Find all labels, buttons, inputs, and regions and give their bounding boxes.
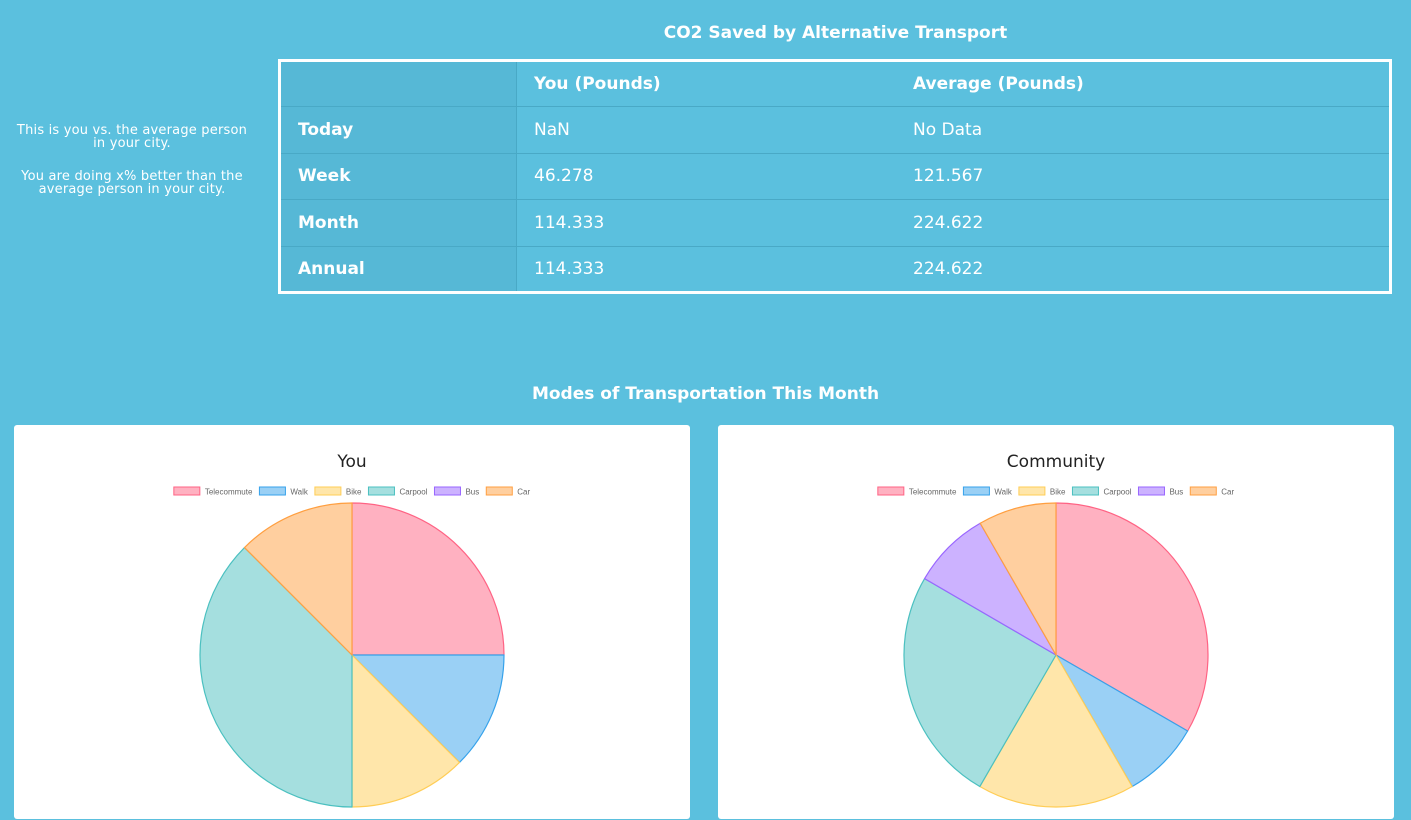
legend-swatch — [1137, 486, 1165, 496]
you-value: 46.278 — [516, 152, 896, 200]
legend-label: Car — [517, 488, 530, 497]
row-label: Month — [279, 199, 517, 247]
row-label: Annual — [279, 245, 517, 293]
legend-item-walk[interactable]: Walk — [258, 486, 309, 497]
legend-item-telecommute[interactable]: Telecommute — [173, 486, 253, 497]
legend-item-bike[interactable]: Bike — [314, 486, 362, 497]
community-pie-chart: Community Telecommute Walk Bike Carpool Bus Ca… — [877, 452, 1235, 808]
average-value: 224.622 — [896, 199, 1391, 247]
table-row: Annual 114.333 224.622 — [279, 245, 1391, 293]
column-header-you: You (Pounds) — [534, 74, 661, 95]
legend-label: Telecommute — [909, 488, 957, 497]
legend-swatch — [877, 486, 905, 496]
you-pie-chart: You Telecommute Walk Bike Carpool Bus Car — [173, 452, 531, 808]
you-value: 114.333 — [516, 245, 896, 293]
average-value: No Data — [896, 106, 1391, 154]
legend-item-telecommute[interactable]: Telecommute — [877, 486, 957, 497]
comparison-text: This is you vs. the average person in yo… — [16, 123, 248, 151]
legend-swatch — [1071, 486, 1099, 496]
row-label: Week — [279, 152, 517, 200]
legend-label: Bus — [1169, 488, 1183, 497]
co2-table-title: CO2 Saved by Alternative Transport — [663, 23, 1008, 43]
table-row: Month 114.333 224.622 — [279, 199, 1391, 247]
legend-label: Walk — [290, 488, 308, 497]
average-value: 121.567 — [896, 152, 1391, 200]
table-corner-cell — [279, 60, 517, 107]
legend-swatch — [433, 486, 461, 496]
modes-title: Modes of Transportation This Month — [531, 384, 880, 404]
legend-label: Bike — [346, 488, 362, 497]
legend-item-bus[interactable]: Bus — [1137, 486, 1183, 497]
row-label: Today — [279, 106, 517, 154]
legend-item-car[interactable]: Car — [485, 486, 531, 497]
comparison-summary: This is you vs. the average person in yo… — [12, 124, 252, 216]
legend-label: Carpool — [399, 488, 427, 497]
table-header-row: You (Pounds) Average (Pounds) — [279, 60, 1391, 107]
legend-label: Carpool — [1103, 488, 1131, 497]
legend-item-carpool[interactable]: Carpool — [367, 486, 428, 497]
performance-text: You are doing x% better than the average… — [21, 169, 243, 197]
legend-swatch — [173, 486, 201, 496]
legend-item-bike[interactable]: Bike — [1018, 486, 1066, 497]
you-value: 114.333 — [516, 199, 896, 247]
legend-label: Walk — [994, 488, 1012, 497]
legend-swatch — [962, 486, 990, 496]
legend-label: Bike — [1050, 488, 1066, 497]
legend-swatch — [258, 486, 286, 496]
you-chart-panel: You Telecommute Walk Bike Carpool Bus Car — [14, 425, 690, 819]
average-value: 224.622 — [896, 245, 1391, 293]
legend-swatch — [314, 486, 342, 496]
pie-slice-telecommute[interactable] — [351, 502, 505, 656]
legend-item-carpool[interactable]: Carpool — [1071, 486, 1132, 497]
column-header-average: Average (Pounds) — [913, 74, 1084, 95]
legend-swatch — [367, 486, 395, 496]
table-row: Today NaN No Data — [279, 106, 1391, 154]
legend-item-bus[interactable]: Bus — [433, 486, 479, 497]
you-value: NaN — [516, 106, 896, 154]
chart-title: Community — [1007, 452, 1105, 472]
legend-label: Car — [1221, 488, 1234, 497]
legend-swatch — [1018, 486, 1046, 496]
legend-label: Telecommute — [205, 488, 253, 497]
legend-swatch — [1189, 486, 1217, 496]
community-chart-panel: Community Telecommute Walk Bike Carpool Bus Ca… — [718, 425, 1394, 819]
legend-label: Bus — [465, 488, 479, 497]
legend-swatch — [485, 486, 513, 496]
table-row: Week 46.278 121.567 — [279, 152, 1391, 200]
co2-saved-table: You (Pounds) Average (Pounds) Today NaN … — [278, 59, 1392, 294]
legend-item-walk[interactable]: Walk — [962, 486, 1013, 497]
chart-title: You — [336, 452, 366, 472]
legend-item-car[interactable]: Car — [1189, 486, 1235, 497]
